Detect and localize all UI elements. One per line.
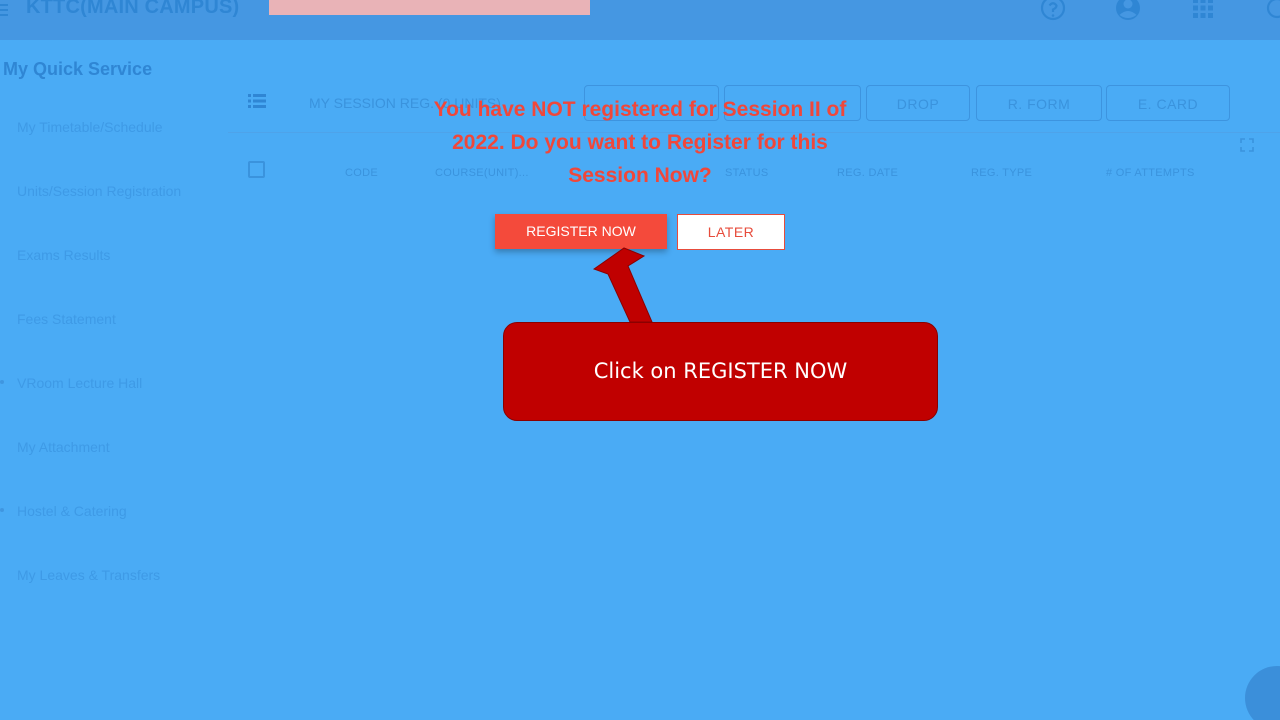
list-icon [248,94,266,108]
sidebar-item-hostel[interactable]: Hostel & Catering [17,503,127,519]
apps-icon[interactable] [1192,0,1214,19]
sidebar-bullet [0,508,4,512]
header-search-box[interactable] [269,0,590,15]
app-title: KTTC(MAIN CAMPUS) [26,0,240,18]
sidebar-item-session-registration[interactable]: Units/Session Registration [17,183,181,199]
instruction-callout: Click on REGISTER NOW [503,322,938,421]
registration-form-button[interactable]: R. FORM [976,85,1102,121]
search-icon[interactable] [1265,0,1280,22]
select-all-checkbox[interactable] [248,161,265,178]
sidebar-bullet [0,380,4,384]
top-bar: KTTC(MAIN CAMPUS) [0,0,1280,40]
registration-prompt: You have NOT registered for Session II o… [433,98,847,187]
menu-icon[interactable] [0,2,8,18]
later-button[interactable]: LATER [677,214,785,250]
sidebar-item-vroom[interactable]: VRoom Lecture Hall [17,375,142,391]
sidebar-heading: My Quick Service [3,59,153,79]
column-header-code[interactable]: CODE [345,167,378,179]
sidebar-item-timetable[interactable]: My Timetable/Schedule [17,119,163,135]
drop-button[interactable]: DROP [866,85,970,121]
sidebar-item-leaves[interactable]: My Leaves & Transfers [17,567,160,583]
column-header-reg-type[interactable]: REG. TYPE [971,167,1032,179]
sidebar-item-fees-statement[interactable]: Fees Statement [17,311,116,327]
pointer-arrow-icon [592,247,653,323]
sidebar-item-attachment[interactable]: My Attachment [17,439,110,455]
account-icon[interactable] [1115,0,1141,22]
exam-card-button[interactable]: E. CARD [1106,85,1230,121]
column-header-attempts[interactable]: # OF ATTEMPTS [1106,167,1195,179]
help-icon[interactable] [1040,0,1066,22]
chat-bubble-icon[interactable] [1245,666,1280,720]
sidebar-item-exams-results[interactable]: Exams Results [17,247,110,263]
fullscreen-icon[interactable] [1240,138,1254,152]
